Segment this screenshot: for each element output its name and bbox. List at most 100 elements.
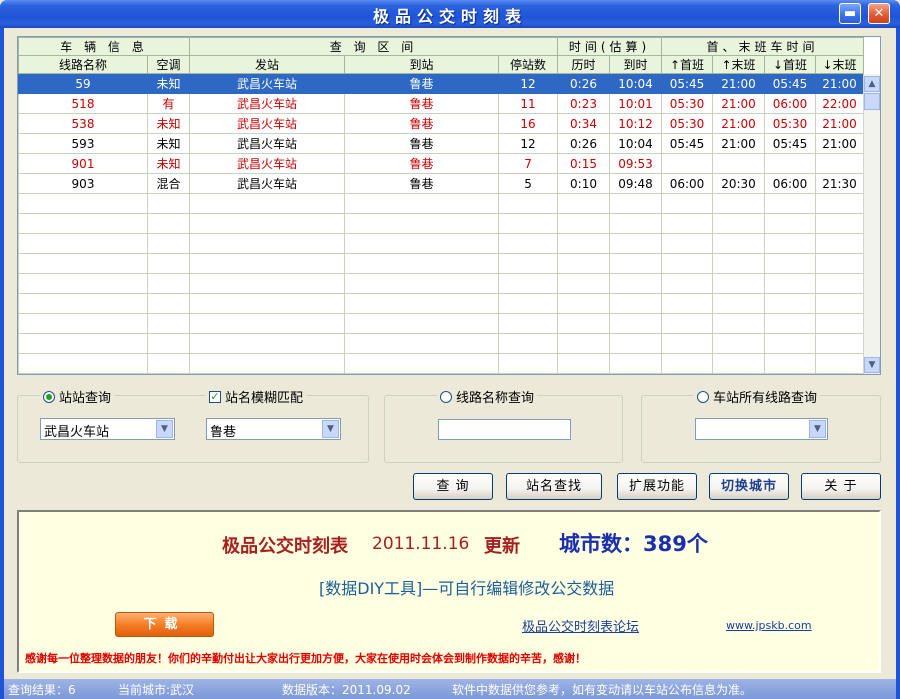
cell-up-last [712,233,766,254]
column-header-down-last[interactable]: ↓末班 [815,55,865,74]
table-row[interactable] [18,253,865,274]
cell-down-first: 06:00 [764,93,817,114]
cell-down-last: 21:00 [815,113,865,134]
column-header-up-first[interactable]: ↑首班 [661,55,714,74]
cell-air-conditioning [146,273,191,294]
table-row[interactable]: 901 未知 武昌火车站 鲁巷 7 0:15 09:53 [18,153,865,174]
close-button[interactable]: ✕ [868,3,890,24]
table-row[interactable] [18,213,865,234]
cell-from-station [189,293,346,314]
table-row[interactable] [18,233,865,254]
group-header-vehicle: 车 辆 信 息 [18,37,191,56]
diy-tool-link[interactable]: [数据DIY工具]—可自行编辑修改公交数据 [319,575,614,599]
cell-stops [498,273,559,294]
cell-stops: 12 [498,133,559,154]
fuzzy-match-checkbox[interactable]: ✓ [209,390,221,403]
table-row[interactable]: 903 混合 武昌火车站 鲁巷 5 0:10 09:48 06:00 20:30 06:00 21:… [18,173,865,194]
cell-stops [498,333,559,354]
cell-duration [557,333,611,354]
forum-link[interactable]: 极品公交时刻表论坛 [522,616,639,635]
fuzzy-match-legend[interactable]: ✓ 站名模糊匹配 [206,387,307,406]
cell-to-station [344,333,500,354]
column-header-from-station[interactable]: 发站 [189,55,346,74]
cell-down-last: 21:00 [815,73,865,94]
cell-down-last [815,293,865,314]
cell-arrival [609,253,663,274]
cell-air-conditioning [146,293,191,314]
about-button[interactable]: 关 于 [801,473,881,500]
group-header-time-estimate: 时间(估算) [557,37,663,56]
group-header-query-range: 查 询 区 间 [189,37,559,56]
cell-air-conditioning [146,233,191,254]
scroll-up-arrow-icon[interactable]: ▲ [864,76,880,92]
cell-duration [557,213,611,234]
cell-down-last [815,333,865,354]
cell-to-station [344,273,500,294]
extend-features-button[interactable]: 扩展功能 [617,473,697,500]
table-row[interactable]: 518 有武昌火车站 鲁巷 11 0:23 10:01 05:30 21:00 06:00 22:… [18,93,865,114]
table-row[interactable] [18,193,865,214]
cell-arrival [609,313,663,334]
column-header-down-first[interactable]: ↓首班 [764,55,817,74]
cell-down-first [764,313,817,334]
find-station-button[interactable]: 站名查找 [506,473,602,500]
cell-stops [498,253,559,274]
line-query-legend[interactable]: 线路名称查询 [437,387,538,406]
table-row[interactable] [18,293,865,314]
chevron-down-icon[interactable]: ▼ [322,420,339,438]
cell-air-conditioning [146,333,191,354]
from-station-combo[interactable]: 武昌火车站 ▼ [40,418,175,440]
cell-down-first: 05:45 [764,73,817,94]
scroll-down-arrow-icon[interactable]: ▼ [864,357,880,373]
grid-vertical-scrollbar[interactable]: ▲ ▼ [863,74,880,374]
column-header-line-name[interactable]: 线路名称 [18,55,148,74]
column-header-duration[interactable]: 历时 [557,55,611,74]
result-grid[interactable]: 车 辆 信 息 查 询 区 间 时间(估算) 首、末班车时间 线路名称 空调 发… [17,36,881,375]
cell-up-last [712,153,766,174]
station-all-lines-radio[interactable] [697,390,709,403]
column-header-air-conditioning[interactable]: 空调 [146,55,191,74]
scroll-thumb[interactable] [864,93,880,110]
line-query-radio[interactable] [440,390,452,403]
station-query-radio[interactable] [43,390,55,403]
minimize-button[interactable]: ▬ [839,3,861,24]
cell-duration: 0:15 [557,153,611,174]
table-row[interactable] [18,353,865,374]
table-row[interactable]: 593 未知 武昌火车站 鲁巷 12 0:26 10:04 05:45 21:00 05:45 21… [18,133,865,154]
station-all-lines-legend[interactable]: 车站所有线路查询 [694,387,821,406]
query-button[interactable]: 查 询 [413,473,493,500]
table-row[interactable]: 59 未知 武昌火车站 鲁巷 12 0:26 10:04 05:45 21:00 05:45 21:… [18,73,865,94]
chevron-down-icon[interactable]: ▼ [156,420,173,438]
table-row[interactable] [18,313,865,334]
column-header-up-last[interactable]: ↑末班 [712,55,766,74]
download-button[interactable]: 下载 [115,612,214,637]
column-header-arrival[interactable]: 到时 [609,55,663,74]
cell-down-last [815,313,865,334]
cell-arrival: 10:04 [609,73,663,94]
column-header-stops[interactable]: 停站数 [498,55,559,74]
station-all-lines-combo[interactable]: ▼ [695,418,828,440]
cell-up-first [661,213,714,234]
chevron-down-icon[interactable]: ▼ [809,420,826,438]
switch-city-button[interactable]: 切换城市 [709,473,789,500]
table-row[interactable] [18,273,865,294]
cell-from-station: 武昌火车站 [189,93,346,114]
to-station-combo[interactable]: 鲁巷 ▼ [206,418,341,440]
cell-to-station: 鲁巷 [344,113,500,134]
line-query-label: 线路名称查询 [456,391,535,406]
station-query-legend[interactable]: 站站查询 [40,387,115,406]
cell-up-last: 21:00 [712,93,766,114]
cell-duration: 0:23 [557,93,611,114]
cell-air-conditioning [146,253,191,274]
table-row[interactable] [18,333,865,354]
line-name-input[interactable] [438,419,571,440]
website-link[interactable]: www.jpskb.com [726,619,812,632]
cell-arrival [609,193,663,214]
cell-up-last [712,253,766,274]
column-header-to-station[interactable]: 到站 [344,55,500,74]
info-release-date: 2011.11.16 [372,534,470,554]
cell-to-station: 鲁巷 [344,93,500,114]
thanks-message: 感谢每一位整理数据的朋友！你们的辛勤付出让大家出行更加方便，大家在使用时会体会到… [25,652,586,665]
cell-from-station: 武昌火车站 [189,153,346,174]
table-row[interactable]: 538 未知 武昌火车站 鲁巷 16 0:34 10:12 05:30 21:00 05:30 21… [18,113,865,134]
